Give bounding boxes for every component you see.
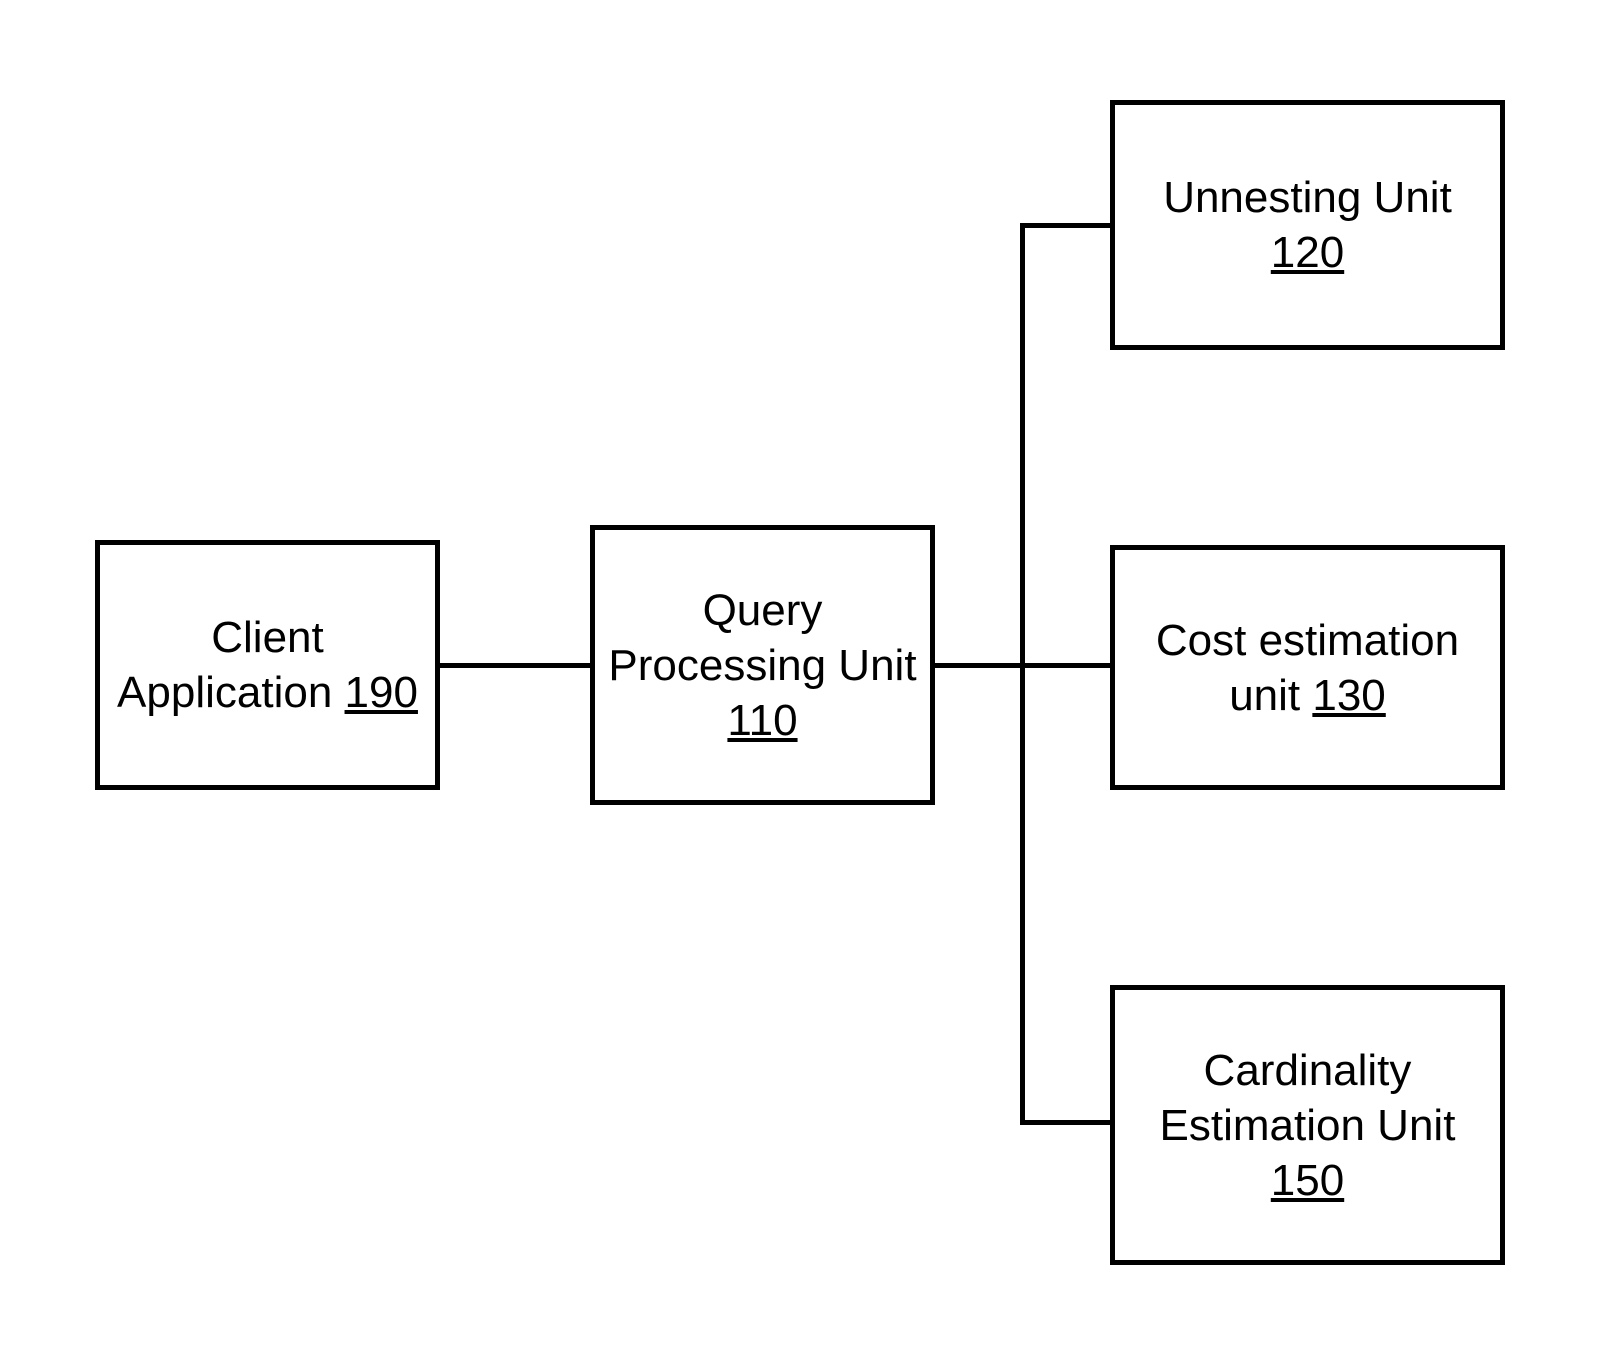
box-qpu-label: Query Processing Unit 110 <box>608 583 916 748</box>
connector-branch-unnesting <box>1025 223 1110 228</box>
qpu-number: 110 <box>608 693 916 748</box>
card-line2: Estimation Unit <box>1160 1098 1456 1153</box>
box-cost-label: Cost estimation unit 130 <box>1156 613 1459 723</box>
connector-client-to-qpu <box>440 663 590 668</box>
card-number: 150 <box>1160 1153 1456 1208</box>
cost-line2-prefix: unit <box>1229 671 1312 720</box>
qpu-line1: Query <box>608 583 916 638</box>
box-client-application: Client Application 190 <box>95 540 440 790</box>
client-line2: Application 190 <box>117 665 418 720</box>
cost-number: 130 <box>1312 671 1385 720</box>
box-card-label: Cardinality Estimation Unit 150 <box>1160 1043 1456 1208</box>
unnest-number: 120 <box>1163 225 1452 280</box>
box-cardinality-estimation-unit: Cardinality Estimation Unit 150 <box>1110 985 1505 1265</box>
card-line1: Cardinality <box>1160 1043 1456 1098</box>
connector-branch-cost <box>1025 663 1110 668</box>
diagram-canvas: Client Application 190 Query Processing … <box>0 0 1610 1361</box>
box-client-label: Client Application 190 <box>117 610 418 720</box>
box-unnest-label: Unnesting Unit 120 <box>1163 170 1452 280</box>
box-cost-estimation-unit: Cost estimation unit 130 <box>1110 545 1505 790</box>
cost-line1: Cost estimation <box>1156 613 1459 668</box>
box-unnesting-unit: Unnesting Unit 120 <box>1110 100 1505 350</box>
unnest-line1: Unnesting Unit <box>1163 170 1452 225</box>
client-line2-prefix: Application <box>117 668 344 717</box>
qpu-line2: Processing Unit <box>608 638 916 693</box>
connector-vertical-bus <box>1020 223 1025 1125</box>
box-query-processing-unit: Query Processing Unit 110 <box>590 525 935 805</box>
connector-qpu-to-bus <box>935 663 1025 668</box>
client-number: 190 <box>345 668 418 717</box>
connector-branch-cardinality <box>1025 1120 1110 1125</box>
cost-line2: unit 130 <box>1156 668 1459 723</box>
client-line1: Client <box>117 610 418 665</box>
